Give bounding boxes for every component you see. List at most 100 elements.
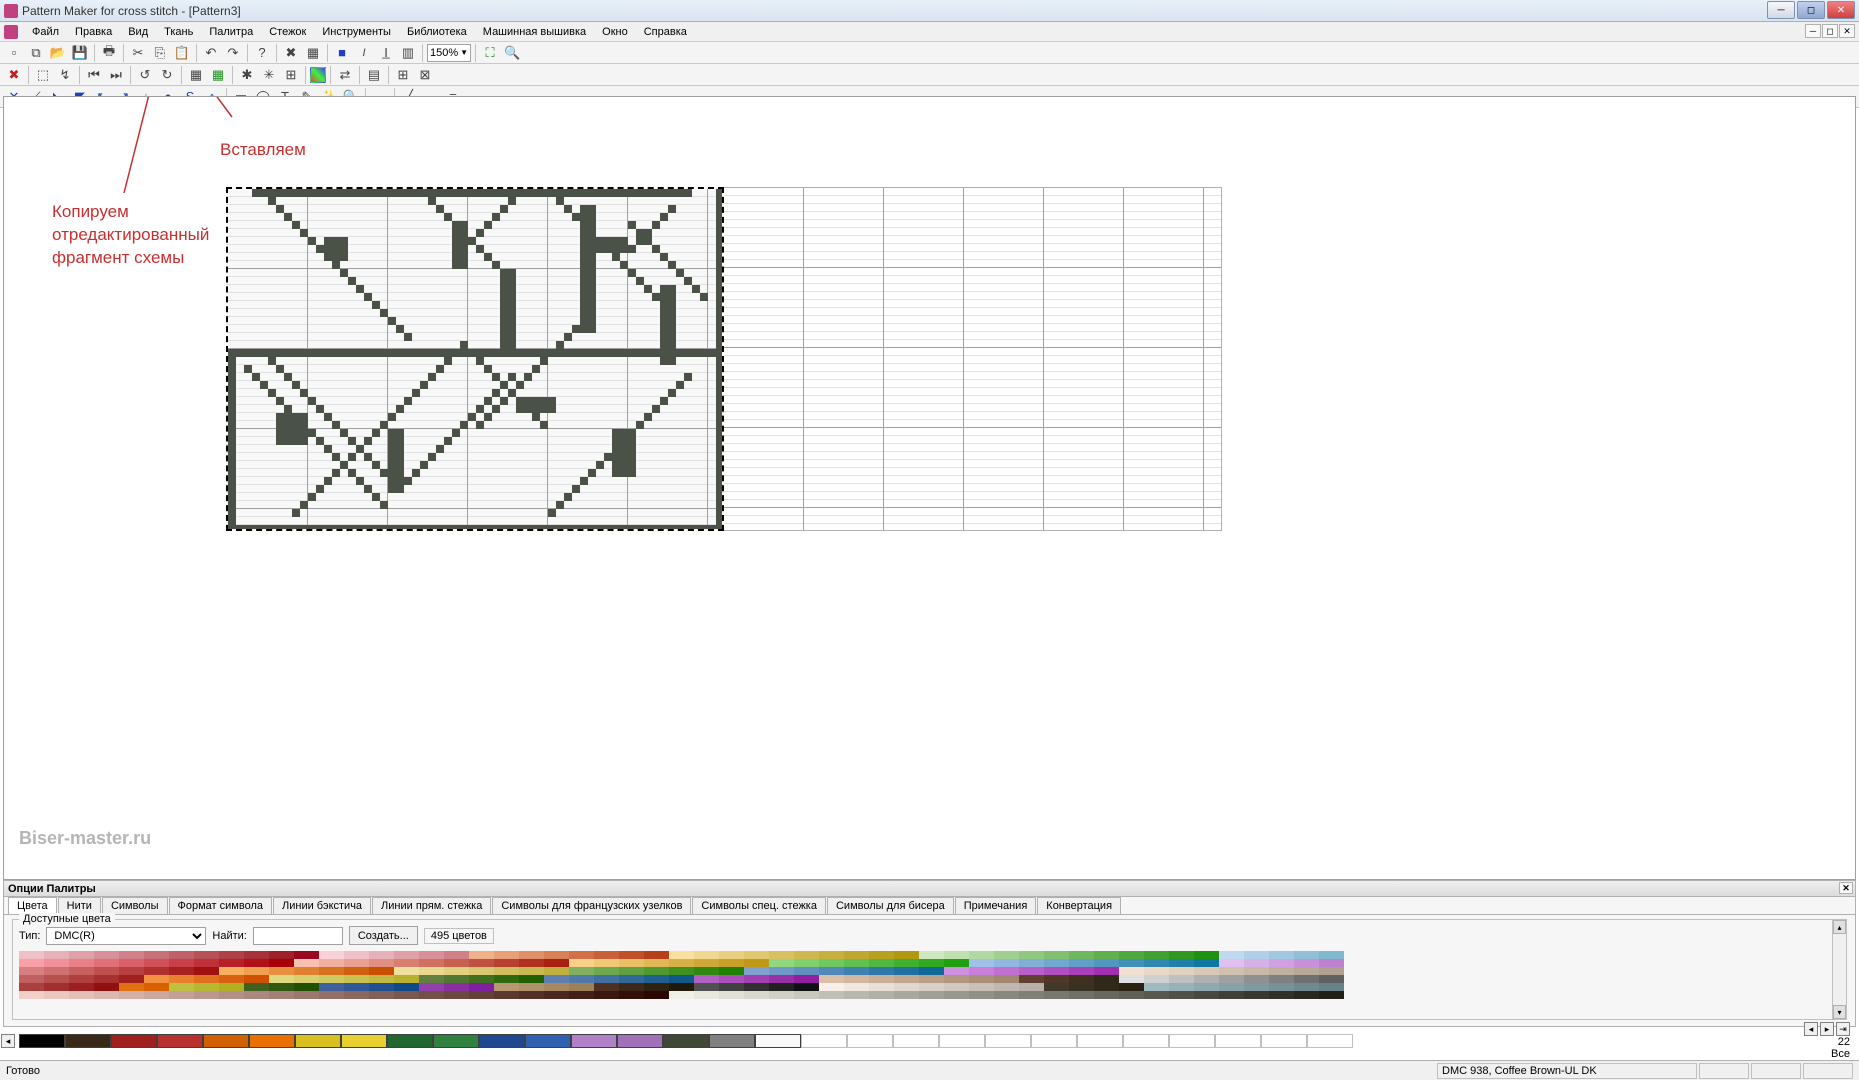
swatch-scrollbar[interactable]: ▴▾ [1832, 920, 1846, 1019]
menu-view[interactable]: Вид [120, 24, 156, 40]
color-swatch[interactable] [1044, 951, 1069, 959]
color-swatch[interactable] [194, 983, 219, 991]
color-swatch[interactable] [919, 983, 944, 991]
color-swatch[interactable] [319, 983, 344, 991]
color-swatch[interactable] [994, 991, 1019, 999]
close-button[interactable]: ✕ [1827, 1, 1855, 19]
color-swatch[interactable] [669, 975, 694, 983]
color-swatch[interactable] [1244, 959, 1269, 967]
color-swatch[interactable] [419, 967, 444, 975]
swap-icon[interactable]: ⇄ [335, 65, 355, 85]
color-swatch[interactable] [1244, 991, 1269, 999]
used-color-swatch[interactable] [387, 1034, 433, 1048]
color-swatch[interactable] [19, 959, 44, 967]
color-swatch[interactable] [1119, 967, 1144, 975]
color-swatch[interactable] [1044, 983, 1069, 991]
color-swatch[interactable] [294, 991, 319, 999]
color-swatch[interactable] [844, 991, 869, 999]
used-color-swatch[interactable] [479, 1034, 525, 1048]
tool-b-icon[interactable]: ↯ [55, 65, 75, 85]
color-swatch[interactable] [69, 975, 94, 983]
color-swatch[interactable] [344, 991, 369, 999]
color-swatch[interactable] [269, 991, 294, 999]
color-swatch[interactable] [294, 951, 319, 959]
color-swatch[interactable] [169, 951, 194, 959]
color-swatch[interactable] [169, 975, 194, 983]
color-swatch[interactable] [44, 983, 69, 991]
mdi-minimize[interactable]: ─ [1805, 24, 1821, 38]
color-swatch[interactable] [569, 951, 594, 959]
color-swatch[interactable] [894, 967, 919, 975]
color-swatch[interactable] [719, 951, 744, 959]
used-color-swatch[interactable] [341, 1034, 387, 1048]
color-swatch[interactable] [494, 959, 519, 967]
color-swatch[interactable] [294, 983, 319, 991]
skip-back-icon[interactable]: ⏮ [84, 65, 104, 85]
color-swatch[interactable] [94, 975, 119, 983]
color-swatch[interactable] [194, 967, 219, 975]
color-swatch[interactable] [244, 959, 269, 967]
color-swatch[interactable] [719, 975, 744, 983]
canvas-area[interactable]: Вставляем Копируем отредактированный фра… [3, 96, 1856, 880]
color-swatch[interactable] [44, 967, 69, 975]
color-swatch[interactable] [794, 983, 819, 991]
color-swatch[interactable] [744, 983, 769, 991]
color-swatch[interactable] [594, 951, 619, 959]
color-swatch[interactable] [769, 951, 794, 959]
color-swatch[interactable] [819, 975, 844, 983]
color-swatch[interactable] [1319, 983, 1344, 991]
used-color-swatch[interactable] [571, 1034, 617, 1048]
color-swatch[interactable] [844, 959, 869, 967]
menu-edit[interactable]: Правка [67, 24, 120, 40]
color-swatch[interactable] [969, 975, 994, 983]
fill-icon[interactable]: ■ [332, 43, 352, 63]
color-swatch[interactable] [744, 991, 769, 999]
color-swatch[interactable] [44, 959, 69, 967]
open-multi-icon[interactable]: ⧉ [26, 43, 46, 63]
redo-icon[interactable]: ↷ [223, 43, 243, 63]
used-color-swatch[interactable] [111, 1034, 157, 1048]
copy-icon[interactable]: ⎘ [150, 43, 170, 63]
palette-tab[interactable]: Символы для бисера [827, 897, 954, 914]
create-button[interactable]: Создать... [349, 926, 418, 945]
color-swatch[interactable] [1219, 983, 1244, 991]
delete-icon[interactable]: ✖ [4, 65, 24, 85]
menu-file[interactable]: Файл [24, 24, 67, 40]
palette-tab[interactable]: Примечания [955, 897, 1037, 914]
color-swatch[interactable] [1319, 975, 1344, 983]
grid1-icon[interactable]: ▦ [186, 65, 206, 85]
color-swatch[interactable] [794, 951, 819, 959]
color-swatch[interactable] [619, 983, 644, 991]
color-swatch[interactable] [119, 991, 144, 999]
cut-icon[interactable]: ✂ [128, 43, 148, 63]
color-swatch[interactable] [169, 959, 194, 967]
color-swatch[interactable] [694, 991, 719, 999]
grid-symbol-icon[interactable]: ▦ [303, 43, 323, 63]
used-color-swatch[interactable] [755, 1034, 801, 1048]
color-swatch[interactable] [969, 951, 994, 959]
color-swatch[interactable] [769, 967, 794, 975]
color-swatch[interactable] [19, 967, 44, 975]
cross-symbol-icon[interactable]: ✖ [281, 43, 301, 63]
empty-swatch[interactable] [1215, 1034, 1261, 1048]
color-swatch[interactable] [644, 983, 669, 991]
menu-machine[interactable]: Машинная вышивка [475, 24, 594, 40]
color-swatch[interactable] [594, 991, 619, 999]
color-swatch[interactable] [344, 983, 369, 991]
color-swatch[interactable] [719, 967, 744, 975]
color-swatch[interactable] [594, 967, 619, 975]
color-swatch[interactable] [394, 975, 419, 983]
color-swatch[interactable] [644, 991, 669, 999]
color-swatch[interactable] [1194, 951, 1219, 959]
pattern3-icon[interactable]: ⊞ [281, 65, 301, 85]
color-swatch[interactable] [919, 991, 944, 999]
color-swatch[interactable] [1294, 983, 1319, 991]
color-swatch[interactable] [444, 951, 469, 959]
color-swatch[interactable] [469, 991, 494, 999]
swatch-grid[interactable] [19, 951, 1840, 1013]
color-swatch[interactable] [744, 959, 769, 967]
color-swatch[interactable] [569, 983, 594, 991]
color-swatch[interactable] [194, 975, 219, 983]
color-swatch[interactable] [1194, 975, 1219, 983]
underline-icon[interactable]: I̲ [376, 43, 396, 63]
